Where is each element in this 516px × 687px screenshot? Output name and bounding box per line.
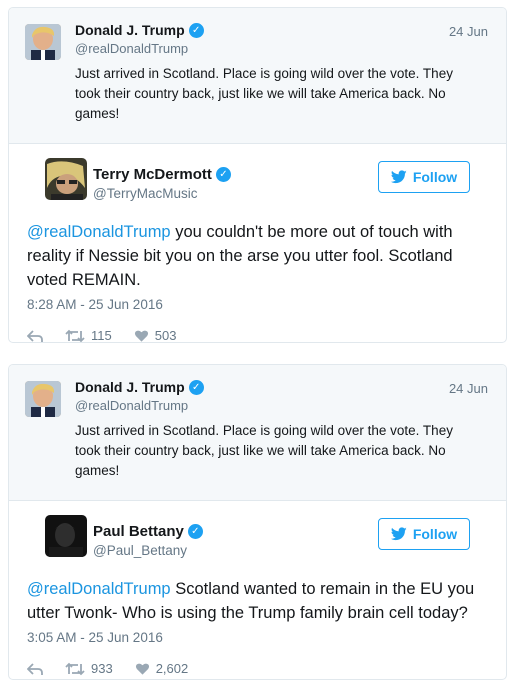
- like-count: 2,602: [155, 661, 189, 676]
- tweet-actions: 933 2,602: [27, 661, 488, 676]
- reply-tweet: Paul Bettany ✓ @Paul_Bettany Follow @rea…: [9, 501, 506, 676]
- tweet-timestamp[interactable]: 3:05 AM - 25 Jun 2016: [27, 630, 488, 645]
- heart-icon: [134, 330, 148, 342]
- follow-label: Follow: [412, 169, 458, 185]
- avatar[interactable]: [25, 381, 61, 417]
- verified-badge-icon: ✓: [215, 166, 231, 182]
- twitter-bird-icon: [390, 170, 407, 184]
- reply-button[interactable]: [27, 329, 43, 343]
- retweet-button[interactable]: 933: [65, 661, 113, 676]
- like-button[interactable]: 2,602: [135, 661, 189, 676]
- heart-icon: [135, 663, 149, 675]
- like-count: 503: [154, 328, 177, 343]
- author-handle[interactable]: @realDonaldTrump: [75, 41, 490, 56]
- author-handle[interactable]: @TerryMacMusic: [93, 186, 231, 201]
- reply-button[interactable]: [27, 662, 43, 676]
- verified-badge-icon: ✓: [188, 22, 204, 38]
- follow-button[interactable]: Follow: [378, 518, 470, 550]
- tweet-text: @realDonaldTrump Scotland wanted to rema…: [27, 577, 488, 625]
- retweet-icon: [65, 662, 85, 675]
- follow-label: Follow: [412, 526, 458, 542]
- like-button[interactable]: 503: [134, 328, 177, 343]
- tweet-card: Donald J. Trump ✓ @realDonaldTrump 24 Ju…: [8, 7, 507, 343]
- mention-link[interactable]: @realDonaldTrump: [27, 580, 171, 598]
- twitter-bird-icon: [390, 527, 407, 541]
- author-handle[interactable]: @realDonaldTrump: [75, 398, 490, 413]
- tweet-date[interactable]: 24 Jun: [449, 381, 488, 396]
- author-handle[interactable]: @Paul_Bettany: [93, 543, 203, 558]
- avatar[interactable]: [45, 515, 87, 557]
- author-name[interactable]: Donald J. Trump: [75, 22, 185, 38]
- retweet-button[interactable]: 115: [65, 328, 112, 343]
- retweet-icon: [65, 329, 85, 342]
- author-name[interactable]: Paul Bettany: [93, 523, 184, 540]
- tweet-text: @realDonaldTrump you couldn't be more ou…: [27, 220, 488, 292]
- reply-icon: [27, 329, 43, 342]
- reply-tweet: Terry McDermott ✓ @TerryMacMusic Follow …: [9, 144, 506, 343]
- quoted-tweet[interactable]: Donald J. Trump ✓ @realDonaldTrump 24 Ju…: [9, 8, 506, 144]
- quoted-tweet-text: Just arrived in Scotland. Place is going…: [75, 66, 453, 121]
- reply-icon: [27, 662, 43, 675]
- mention-link[interactable]: @realDonaldTrump: [27, 223, 171, 241]
- author-name[interactable]: Donald J. Trump: [75, 379, 185, 395]
- tweet-actions: 115 503: [27, 328, 488, 343]
- retweet-count: 115: [91, 328, 112, 343]
- retweet-count: 933: [91, 661, 113, 676]
- tweet-card: Donald J. Trump ✓ @realDonaldTrump 24 Ju…: [8, 364, 507, 680]
- tweet-date[interactable]: 24 Jun: [449, 24, 488, 39]
- quoted-tweet[interactable]: Donald J. Trump ✓ @realDonaldTrump 24 Ju…: [9, 365, 506, 501]
- avatar[interactable]: [25, 24, 61, 60]
- author-name[interactable]: Terry McDermott: [93, 166, 212, 183]
- follow-button[interactable]: Follow: [378, 161, 470, 193]
- quoted-tweet-text: Just arrived in Scotland. Place is going…: [75, 423, 453, 478]
- verified-badge-icon: ✓: [187, 523, 203, 539]
- verified-badge-icon: ✓: [188, 379, 204, 395]
- tweet-timestamp[interactable]: 8:28 AM - 25 Jun 2016: [27, 297, 488, 312]
- avatar[interactable]: [45, 158, 87, 200]
